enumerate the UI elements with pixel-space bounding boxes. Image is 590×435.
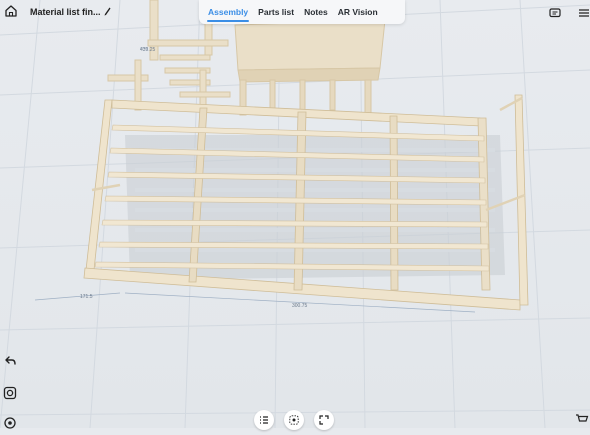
focus-button[interactable] [284,410,304,430]
project-title[interactable]: Material list fin... [30,7,101,17]
focus-icon [289,415,299,425]
tab-notes[interactable]: Notes [299,0,333,24]
tab-parts-list[interactable]: Parts list [253,0,299,24]
edit-title-button[interactable] [104,7,111,18]
dimension-label-bottom: 300.75 [292,303,308,309]
screenshot-button[interactable] [3,386,17,400]
camera-icon [3,386,17,400]
undo-icon [5,356,16,365]
dimension-label-top: 439.25 [140,47,156,53]
tab-assembly[interactable]: Assembly [203,0,253,24]
list-icon [260,416,268,424]
view-tabs: Assembly Parts list Notes AR Vision [199,0,405,24]
3d-viewport[interactable] [0,0,590,428]
expand-icon [319,415,329,425]
undo-button[interactable] [3,354,17,368]
home-button[interactable] [4,4,20,20]
chat-button[interactable] [549,6,561,18]
dimension-label-left: 171.5 [80,294,93,300]
chat-icon [549,8,561,18]
cart-icon [576,414,589,422]
menu-icon [579,9,589,17]
home-icon [5,5,17,17]
edit-icon [104,7,111,16]
expand-button[interactable] [314,410,334,430]
list-view-button[interactable] [254,410,274,430]
tab-ar-vision[interactable]: AR Vision [333,0,383,24]
menu-button[interactable] [578,6,590,18]
bottom-toolbar [254,410,350,430]
cart-button[interactable] [575,412,590,428]
